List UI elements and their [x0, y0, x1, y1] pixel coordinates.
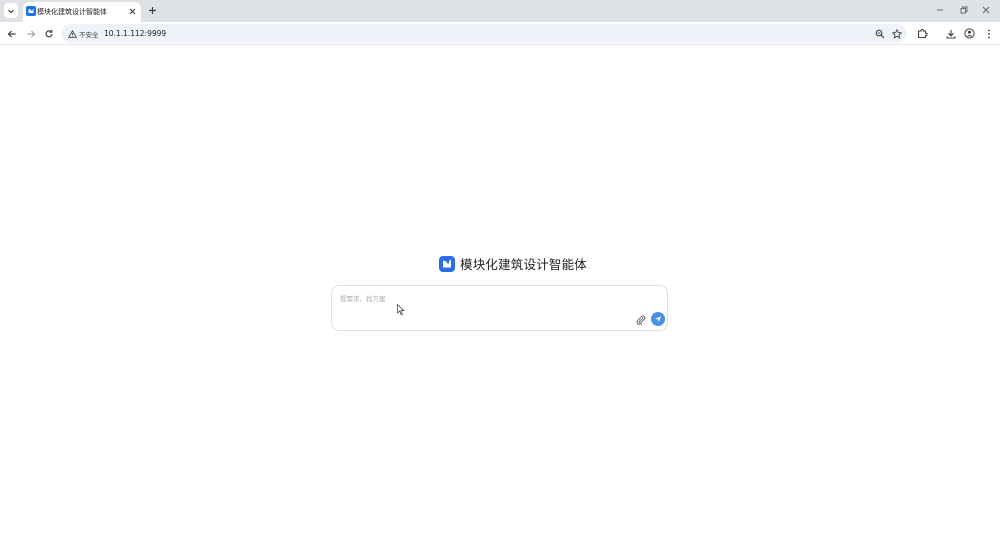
warning-icon — [68, 29, 77, 38]
app-logo-icon — [439, 255, 455, 272]
reload-icon — [44, 29, 53, 37]
puzzle-icon — [918, 28, 928, 38]
tab-search-button[interactable] — [4, 3, 18, 18]
download-icon — [945, 29, 956, 39]
downloads-button[interactable] — [944, 27, 957, 40]
plus-icon — [148, 6, 156, 14]
send-icon — [655, 316, 661, 322]
security-status-label: 不安全 — [79, 30, 99, 39]
chat-input[interactable] — [340, 292, 630, 306]
window-close-button[interactable] — [979, 4, 993, 16]
menu-button[interactable] — [982, 27, 995, 40]
app-header: 模块化建筑设计智能体 — [439, 255, 587, 272]
arrow-right-icon — [27, 30, 35, 37]
account-icon — [964, 28, 975, 39]
app-title: 模块化建筑设计智能体 — [460, 257, 588, 272]
reload-button[interactable] — [42, 27, 55, 40]
arrow-left-icon — [7, 30, 15, 37]
extensions-button[interactable] — [916, 27, 929, 40]
minimize-icon — [937, 9, 943, 11]
more-vert-icon — [987, 29, 990, 38]
restore-icon — [960, 6, 968, 14]
back-button[interactable] — [5, 27, 18, 40]
browser-toolbar: 不安全 10.1.1.112:9999 — [0, 22, 1000, 45]
bookmark-button[interactable] — [890, 27, 903, 40]
address-bar[interactable]: 不安全 10.1.1.112:9999 — [61, 24, 907, 43]
tab-title: 模块化建筑设计智能体 — [37, 8, 107, 16]
close-icon — [129, 8, 135, 14]
zoom-button[interactable] — [873, 27, 886, 40]
url-text[interactable]: 10.1.1.112:9999 — [104, 29, 166, 38]
new-tab-button[interactable] — [146, 4, 158, 16]
star-icon — [891, 28, 902, 39]
attach-button[interactable] — [635, 314, 647, 326]
tab-strip: 模块化建筑设计智能体 — [0, 0, 1000, 22]
chat-composer — [331, 285, 668, 331]
tab-favicon-icon — [26, 6, 36, 16]
forward-button[interactable] — [24, 27, 37, 40]
zoom-icon — [875, 29, 884, 38]
send-button[interactable] — [651, 312, 665, 326]
page-content: 模块化建筑设计智能体 — [0, 46, 1000, 541]
close-icon — [982, 6, 990, 14]
chevron-down-icon — [8, 9, 14, 13]
mouse-cursor-icon — [397, 304, 405, 316]
restore-button[interactable] — [957, 4, 971, 16]
browser-tab[interactable]: 模块化建筑设计智能体 — [23, 2, 141, 22]
profile-button[interactable] — [963, 27, 976, 40]
site-info-chip[interactable]: 不安全 — [64, 26, 103, 41]
paperclip-icon — [636, 315, 646, 325]
tab-close-button[interactable] — [127, 6, 137, 16]
minimize-button[interactable] — [933, 4, 947, 16]
